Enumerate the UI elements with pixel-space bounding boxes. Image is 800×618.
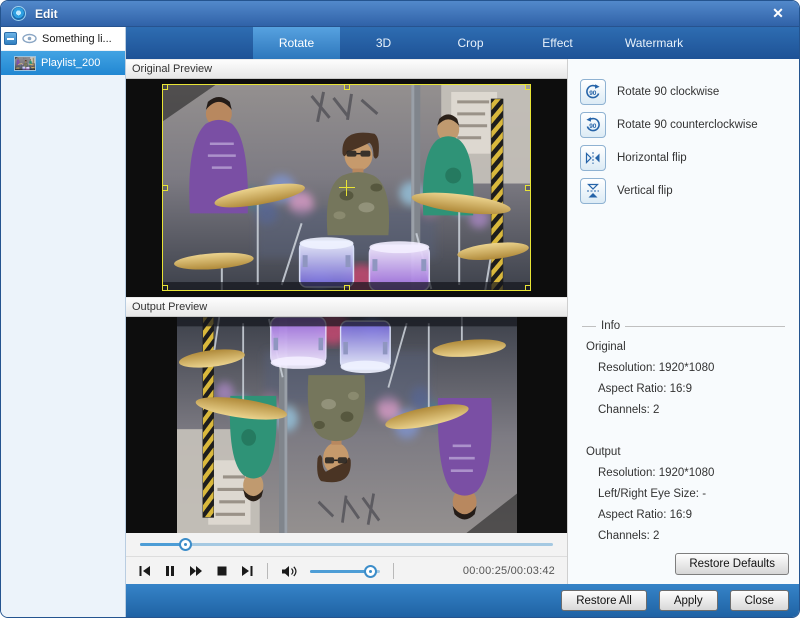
- crop-handle[interactable]: [344, 285, 350, 291]
- info-row: Channels: 2: [598, 530, 785, 542]
- horizontal-flip-button[interactable]: [580, 145, 606, 171]
- crop-handle[interactable]: [162, 185, 168, 191]
- divider: [393, 563, 394, 579]
- stop-button[interactable]: [216, 565, 228, 577]
- rotate-cw-label: Rotate 90 clockwise: [617, 86, 719, 98]
- info-legend: Info: [596, 320, 625, 332]
- divider: [267, 563, 268, 579]
- sidebar-item-playlist-200[interactable]: Playlist_200: [1, 51, 125, 75]
- info-groupbox: Info Original Resolution: 1920*1080 Aspe…: [582, 320, 785, 551]
- info-output-heading: Output: [586, 446, 785, 458]
- info-row: Aspect Ratio: 16:9: [598, 383, 785, 395]
- rotate-90-counterclockwise-button[interactable]: 90: [580, 112, 606, 138]
- title-bar: Edit ✕: [1, 1, 799, 27]
- info-row: Resolution: 1920*1080: [598, 362, 785, 374]
- info-row: Aspect Ratio: 16:9: [598, 509, 785, 521]
- rotate-options-panel: 90 Rotate 90 clockwise: [568, 59, 799, 584]
- close-icon[interactable]: ✕: [767, 5, 789, 22]
- crop-handle[interactable]: [344, 84, 350, 90]
- skip-back-button[interactable]: [138, 565, 151, 577]
- skip-next-button[interactable]: [241, 565, 254, 577]
- seek-row: [126, 533, 567, 556]
- tab-rotate[interactable]: Rotate: [253, 27, 340, 59]
- fast-forward-button[interactable]: [189, 565, 203, 577]
- window-title: Edit: [35, 7, 58, 21]
- flip-horizontal-label: Horizontal flip: [617, 152, 687, 164]
- flip-vertical-label: Vertical flip: [617, 185, 673, 197]
- crop-handle[interactable]: [162, 285, 168, 291]
- footer-bar: Restore All Apply Close: [126, 584, 799, 617]
- info-row: Channels: 2: [598, 404, 785, 416]
- tab-3d[interactable]: 3D: [340, 27, 427, 59]
- restore-all-button[interactable]: Restore All: [561, 590, 647, 611]
- edit-tab-bar: Rotate 3D Crop Effect Watermark: [126, 27, 799, 59]
- sidebar-item-label: Something li...: [42, 33, 112, 45]
- volume-fill: [310, 570, 370, 573]
- video-thumbnail: [14, 56, 36, 71]
- seek-thumb[interactable]: [179, 538, 192, 551]
- seek-slider[interactable]: [140, 538, 553, 551]
- collapse-icon[interactable]: [4, 32, 17, 45]
- time-display: 00:00:25/00:03:42: [463, 565, 555, 577]
- tab-watermark[interactable]: Watermark: [601, 27, 707, 59]
- rotate-90-clockwise-button[interactable]: 90: [580, 79, 606, 105]
- app-icon: [11, 6, 26, 21]
- close-button[interactable]: Close: [730, 590, 789, 611]
- svg-text:90: 90: [589, 90, 597, 97]
- crop-handle[interactable]: [525, 285, 531, 291]
- volume-thumb[interactable]: [364, 565, 377, 578]
- crop-handle[interactable]: [162, 84, 168, 90]
- pause-button[interactable]: [164, 565, 176, 577]
- preview-panel: Original Preview: [126, 59, 568, 584]
- svg-text:90: 90: [589, 123, 597, 130]
- crop-overlay: [162, 84, 531, 291]
- eye-icon: [22, 33, 37, 44]
- output-preview-video: [126, 317, 567, 533]
- sidebar-item-playlist-group[interactable]: Something li...: [1, 27, 125, 51]
- player-controls: 00:00:25/00:03:42: [126, 556, 567, 585]
- crop-handle[interactable]: [525, 84, 531, 90]
- tab-crop[interactable]: Crop: [427, 27, 514, 59]
- crop-center-crosshair: [339, 180, 355, 196]
- media-list-sidebar: Something li... Playlist_200: [1, 27, 126, 617]
- original-preview-video: [126, 79, 567, 297]
- vertical-flip-button[interactable]: [580, 178, 606, 204]
- seek-track[interactable]: [140, 543, 553, 546]
- rotate-ccw-label: Rotate 90 counterclockwise: [617, 119, 758, 131]
- info-row: Resolution: 1920*1080: [598, 467, 785, 479]
- volume-icon[interactable]: [281, 565, 297, 578]
- original-preview-label: Original Preview: [126, 59, 567, 79]
- tab-effect[interactable]: Effect: [514, 27, 601, 59]
- sidebar-item-label: Playlist_200: [41, 57, 100, 69]
- edit-dialog: Edit ✕ Something li... Playlist_200: [0, 0, 800, 618]
- volume-slider[interactable]: [310, 565, 380, 578]
- info-original-heading: Original: [586, 341, 785, 353]
- info-row: Left/Right Eye Size: -: [598, 488, 785, 500]
- crop-handle[interactable]: [525, 185, 531, 191]
- restore-defaults-button[interactable]: Restore Defaults: [675, 553, 789, 575]
- output-video-frame: [177, 317, 517, 533]
- output-preview-label: Output Preview: [126, 297, 567, 317]
- apply-button[interactable]: Apply: [659, 590, 718, 611]
